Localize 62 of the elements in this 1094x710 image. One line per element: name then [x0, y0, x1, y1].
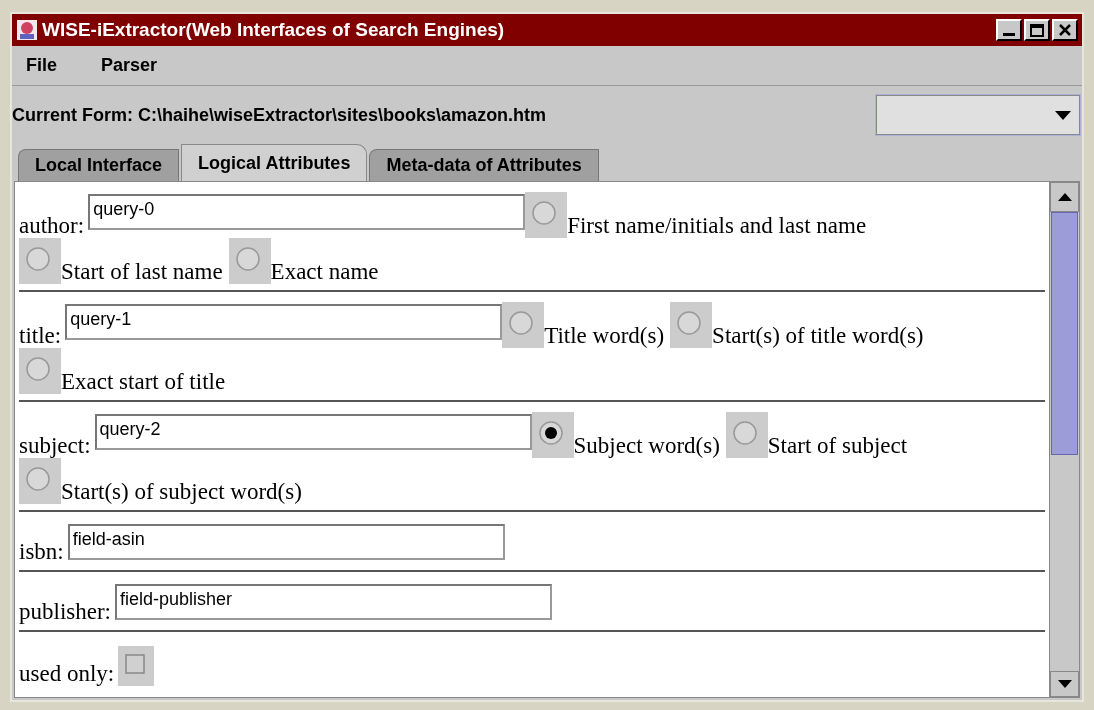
minimize-button[interactable] — [996, 19, 1022, 41]
dropdown-arrow-icon — [1055, 110, 1071, 120]
up-arrow-icon — [1057, 193, 1072, 201]
option-label: Exact start of title — [61, 368, 226, 394]
attribute-label: subject: — [19, 432, 91, 458]
close-icon — [1059, 24, 1071, 36]
radio-button[interactable] — [19, 458, 61, 504]
radio-circle-icon — [234, 246, 261, 272]
scrollbar[interactable] — [1049, 182, 1079, 697]
radio-button[interactable] — [525, 192, 568, 238]
option-label: Start(s) of title word(s) — [712, 322, 924, 348]
radio-button[interactable] — [670, 302, 713, 348]
menu-item[interactable]: Parser — [101, 52, 158, 79]
input-field[interactable]: query-0 — [88, 194, 526, 230]
radio-circle-icon — [25, 246, 51, 272]
option-label: Start of last name — [61, 258, 223, 284]
radio-circle-icon — [731, 420, 758, 446]
radio-button[interactable] — [725, 412, 768, 458]
app-icon — [16, 19, 38, 41]
radio-circle-icon — [676, 310, 703, 336]
attribute-label: used only: — [19, 660, 115, 686]
radio-button[interactable] — [19, 348, 61, 394]
option-label: Start of subject — [767, 432, 908, 458]
radio-circle-icon — [531, 200, 558, 226]
radio-button[interactable] — [19, 238, 61, 284]
maximize-button[interactable] — [1024, 19, 1050, 41]
option-label: Exact name — [270, 258, 379, 284]
option-label: First name/initials and last name — [567, 212, 867, 238]
menu-item[interactable]: File — [26, 52, 57, 79]
tab[interactable]: Local Interface — [18, 149, 180, 181]
option-label: Subject word(s) — [573, 432, 720, 458]
window-title: WISE-iExtractor(Web Interfaces of Search Engines) — [42, 17, 506, 42]
radio-circle-icon — [537, 420, 564, 446]
input-field[interactable]: field-publisher — [115, 584, 552, 620]
scroll-down-button[interactable] — [1050, 671, 1079, 697]
attribute-label: isbn: — [19, 538, 64, 564]
input-field[interactable]: query-1 — [65, 304, 503, 340]
radio-button[interactable] — [531, 412, 574, 458]
minimize-icon — [1003, 33, 1015, 36]
input-field[interactable]: field-asin — [67, 524, 505, 560]
scroll-thumb[interactable] — [1051, 212, 1078, 455]
attribute-label: title: — [19, 322, 62, 348]
checkbox[interactable] — [118, 646, 155, 686]
option-label: Title word(s) — [544, 322, 665, 348]
radio-circle-icon — [25, 466, 51, 492]
maximize-icon — [1030, 23, 1044, 37]
attribute-label: publisher: — [19, 598, 111, 624]
tab[interactable]: Logical Attributes — [181, 144, 368, 181]
close-button[interactable] — [1052, 19, 1078, 41]
attribute-label: author: — [19, 212, 85, 238]
option-label: Start(s) of subject word(s) — [61, 478, 302, 504]
dropdown[interactable] — [876, 95, 1080, 135]
down-arrow-icon — [1057, 680, 1072, 688]
radio-button[interactable] — [228, 238, 271, 284]
tab[interactable]: Meta-data of Attributes — [369, 149, 599, 181]
radio-circle-icon — [25, 356, 51, 382]
scroll-up-button[interactable] — [1050, 182, 1079, 212]
input-field[interactable]: query-2 — [94, 414, 532, 450]
current-form-label: Current Form: C:\haihe\wiseExtractor\sites\books\amazon.htm — [12, 103, 547, 127]
radio-circle-icon — [508, 310, 535, 336]
checkbox-square-icon — [125, 654, 146, 674]
radio-button[interactable] — [502, 302, 545, 348]
